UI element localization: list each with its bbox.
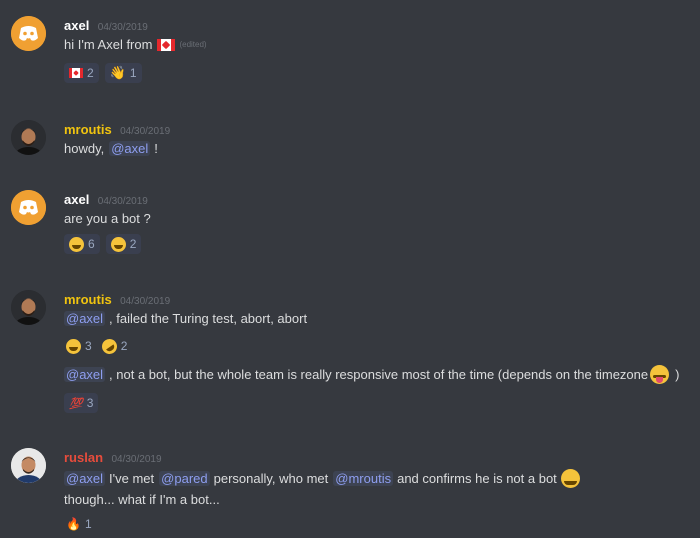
message-content: howdy,	[64, 141, 105, 156]
message-content: though... what if I'm a bot...	[64, 492, 220, 507]
message-text: are you a bot ?	[64, 211, 151, 226]
reaction-bar: 🔥 1	[64, 514, 94, 534]
message-content: are you a bot ?	[64, 211, 151, 226]
tears-of-joy-icon	[110, 236, 126, 252]
hundred-points-icon: 💯	[69, 397, 83, 410]
message-content: !	[154, 141, 158, 156]
grinning-face-icon	[66, 338, 81, 354]
timestamp: 04/30/2019	[97, 196, 148, 207]
message-text: hi I'm Axel from (edited)	[64, 37, 207, 52]
message-content: I've met	[109, 471, 155, 486]
reaction-bar: 2 👋 1	[64, 63, 142, 83]
message-content: )	[675, 367, 680, 382]
timestamp: 04/30/2019	[111, 454, 162, 465]
reaction-fire[interactable]: 🔥 1	[64, 514, 94, 534]
reaction-count: 2	[129, 237, 137, 251]
rolling-laughing-icon	[98, 335, 120, 357]
user-photo-icon[interactable]	[11, 448, 46, 483]
reaction-count: 3	[85, 339, 92, 353]
tongue-face-icon	[650, 365, 670, 384]
fire-icon: 🔥	[66, 517, 81, 531]
reaction-waving-hand[interactable]: 👋 1	[104, 63, 142, 83]
reaction-bar: 💯 3	[64, 393, 99, 413]
edited-label: (edited)	[179, 40, 207, 49]
message-text: @axel I've met @pared personally, who me…	[64, 469, 580, 488]
mention-axel[interactable]: @axel	[64, 311, 106, 326]
mention-axel[interactable]: @axel	[109, 141, 151, 156]
reaction-count: 6	[88, 237, 95, 251]
timestamp: 04/30/2019	[120, 296, 171, 307]
message-text: though... what if I'm a bot...	[64, 492, 220, 507]
canada-flag-icon	[69, 68, 83, 78]
timestamp: 04/30/2019	[97, 22, 148, 33]
mention-axel[interactable]: @axel	[64, 367, 106, 382]
timestamp: 04/30/2019	[120, 126, 171, 137]
mention-axel[interactable]: @axel	[64, 471, 106, 486]
canada-flag-icon	[157, 38, 176, 51]
waving-hand-icon: 👋	[109, 65, 126, 80]
reaction-canada-flag[interactable]: 2	[64, 63, 99, 83]
reaction-hundred-points[interactable]: 💯 3	[64, 393, 99, 413]
message-text: @axel , not a bot, but the whole team is…	[64, 365, 679, 384]
username[interactable]: axel	[64, 192, 89, 207]
message-content: hi I'm Axel from	[64, 37, 153, 52]
reaction-tears-of-joy[interactable]: 2	[105, 234, 142, 254]
reaction-count: 2	[120, 339, 128, 353]
discord-logo-icon[interactable]	[11, 190, 46, 225]
message-text: howdy, @axel !	[64, 141, 158, 156]
reaction-count: 1	[84, 517, 92, 531]
reaction-bar: 3 2	[64, 335, 130, 357]
username[interactable]: ruslan	[64, 450, 103, 465]
reaction-grinning-face[interactable]: 3	[64, 336, 94, 356]
username[interactable]: axel	[64, 18, 89, 33]
reaction-rolling-laughing[interactable]: 2	[98, 335, 130, 357]
reaction-count: 1	[129, 66, 137, 80]
user-photo-icon[interactable]	[11, 120, 46, 155]
username[interactable]: mroutis	[64, 122, 112, 137]
mention-mroutis[interactable]: @mroutis	[333, 471, 394, 486]
message-content: and confirms he is not a bot	[397, 471, 557, 486]
message-text: @axel , failed the Turing test, abort, a…	[64, 311, 307, 326]
grinning-face-icon	[560, 469, 580, 488]
reaction-count: 3	[86, 396, 94, 410]
message-content: personally, who met	[213, 471, 329, 486]
message-content: , failed the Turing test, abort, abort	[109, 311, 308, 326]
discord-logo-icon[interactable]	[11, 16, 46, 51]
reaction-bar: 6 2	[64, 234, 142, 254]
reaction-grinning-face[interactable]: 6	[64, 234, 100, 254]
user-photo-icon[interactable]	[11, 290, 46, 325]
username[interactable]: mroutis	[64, 292, 112, 307]
mention-pared[interactable]: @pared	[159, 471, 210, 486]
reaction-count: 2	[87, 66, 94, 80]
message-content: , not a bot, but the whole team is reall…	[109, 367, 649, 382]
grinning-face-icon	[69, 236, 84, 252]
